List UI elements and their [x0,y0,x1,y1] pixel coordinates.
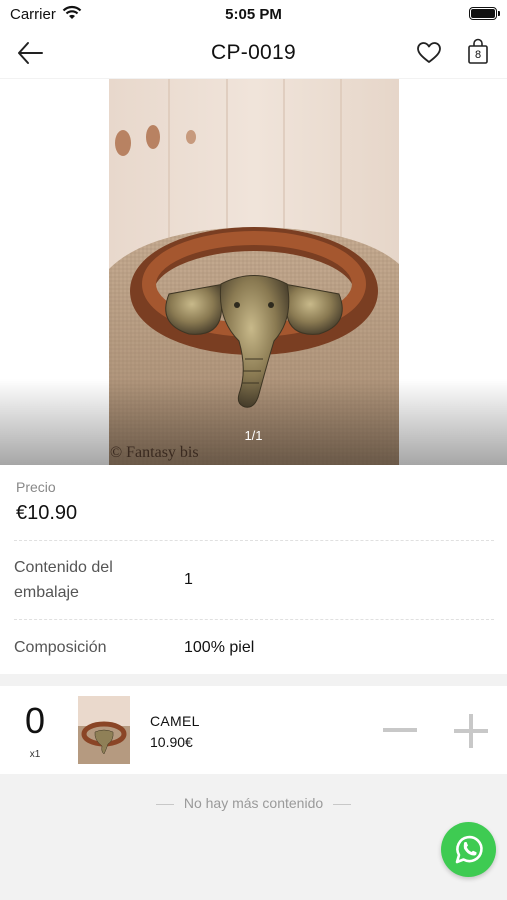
gallery-counter: 1/1 [244,428,263,443]
price-value: €10.90 [16,502,78,524]
battery-icon [469,7,500,20]
cart-count-badge: 8 [474,49,482,61]
increase-quantity-button[interactable] [454,714,488,748]
navigation-bar: CP-0019 8 [0,28,507,78]
variant-name: CAMEL [150,713,200,729]
whatsapp-icon [455,835,483,864]
attribute-label: Contenido del embalaje [14,559,113,601]
status-bar: Carrier 5:05 PM [0,0,507,28]
back-arrow-icon[interactable] [16,40,44,66]
attribute-value: 100% piel [184,639,255,656]
image-watermark: © Fantasy bis [110,444,199,461]
quantity-unit: x1 [29,749,41,760]
decrease-quantity-button[interactable] [383,728,417,732]
product-gallery[interactable]: 1/1 © Fantasy bis [0,79,507,465]
divider [333,803,352,805]
whatsapp-button[interactable] [441,822,496,877]
price-label: Precio [16,479,56,495]
clock: 5:05 PM [225,6,282,23]
variant-thumbnail-image [78,696,130,764]
quantity-value: 0 [24,700,46,741]
divider [14,540,494,541]
divider [155,803,174,805]
end-of-content: No hay más contenido [0,795,507,811]
variant-row: 0 x1 CAMEL 10.90€ [0,686,507,774]
end-of-content-label: No hay más contenido [183,795,324,811]
gallery-gradient [0,379,507,465]
attribute-value: 1 [184,571,193,588]
divider [14,619,494,620]
cart-button[interactable]: 8 [466,38,490,66]
variant-price: 10.90€ [150,734,193,750]
attribute-label: Composición [14,639,107,656]
product-info: Precio €10.90 Contenido del embalaje 1 C… [0,465,507,674]
heart-icon[interactable] [416,40,442,66]
variant-thumbnail[interactable] [78,696,130,764]
